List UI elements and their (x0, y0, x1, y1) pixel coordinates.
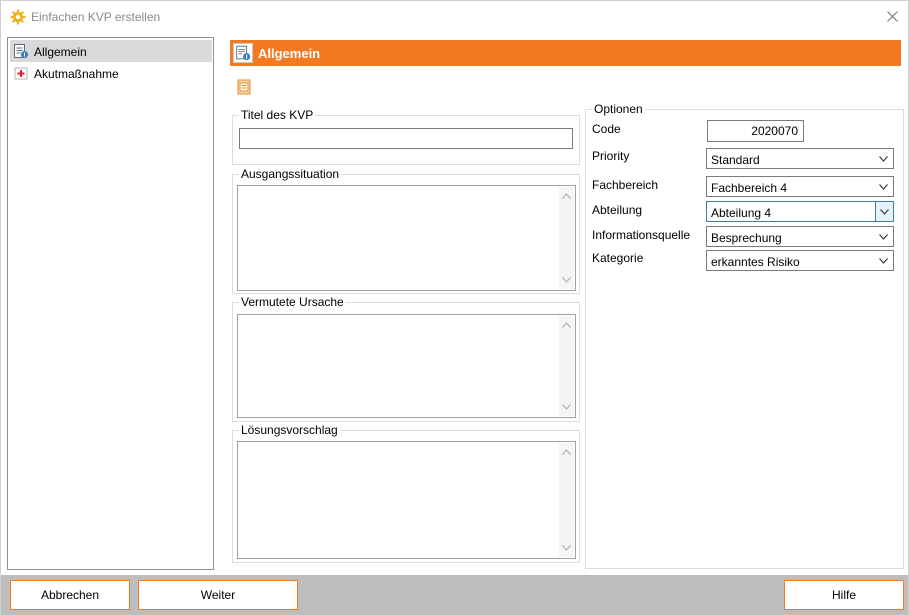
nav-item-akutmassnahme[interactable]: Akutmaßnahme (10, 62, 212, 84)
form-doc-icon (14, 44, 28, 58)
kategorie-select[interactable]: erkanntes Risiko (706, 250, 894, 271)
scroll-down-icon[interactable] (562, 404, 571, 410)
priority-label: Priority (592, 149, 630, 163)
group-loesung-label: Lösungsvorschlag (239, 423, 340, 437)
chevron-down-icon (879, 234, 888, 240)
kategorie-label: Kategorie (592, 251, 644, 265)
close-icon (887, 11, 898, 22)
abteilung-select[interactable]: Abteilung 4 (706, 201, 894, 222)
button-bar: Abbrechen Weiter Hilfe (1, 575, 908, 615)
titel-input[interactable] (239, 128, 573, 149)
code-label: Code (592, 122, 621, 136)
scroll-down-icon[interactable] (562, 545, 571, 551)
form-doc-icon (233, 43, 253, 63)
scroll-down-icon[interactable] (562, 277, 571, 283)
dialog-window: Einfachen KVP erstellen Allgemein Akutma… (0, 0, 909, 615)
dropdown-button[interactable] (875, 227, 893, 246)
help-button[interactable]: Hilfe (784, 580, 904, 610)
code-field[interactable]: 2020070 (707, 120, 804, 142)
fachbereich-label: Fachbereich (592, 178, 659, 192)
group-titel-label: Titel des KVP (239, 108, 316, 122)
close-button[interactable] (881, 5, 905, 29)
nav-item-label: Akutmaßnahme (34, 67, 119, 81)
group-ursache-label: Vermutete Ursache (239, 295, 346, 309)
ausgang-textarea[interactable] (237, 185, 576, 291)
dropdown-button[interactable] (875, 177, 893, 196)
vertical-scrollbar[interactable] (559, 443, 574, 557)
fachbereich-value: Fachbereich 4 (711, 181, 788, 195)
nav-item-label: Allgemein (34, 45, 87, 59)
group-titel: Titel des KVP (232, 108, 580, 165)
dropdown-button[interactable] (875, 202, 893, 221)
vertical-scrollbar[interactable] (559, 187, 574, 289)
abteilung-label: Abteilung (592, 203, 643, 217)
priority-value: Standard (711, 153, 760, 167)
group-optionen-label: Optionen (592, 102, 645, 116)
scroll-up-icon[interactable] (562, 449, 571, 455)
informationsquelle-select[interactable]: Besprechung (706, 226, 894, 247)
window-title: Einfachen KVP erstellen (31, 10, 161, 24)
dropdown-button[interactable] (875, 251, 893, 270)
loesung-textarea[interactable] (237, 441, 576, 559)
nav-item-allgemein[interactable]: Allgemein (10, 40, 212, 62)
cancel-button[interactable]: Abbrechen (10, 580, 130, 610)
chevron-down-icon (879, 258, 888, 264)
section-title: Allgemein (258, 46, 321, 61)
first-aid-icon (14, 67, 28, 80)
fachbereich-select[interactable]: Fachbereich 4 (706, 176, 894, 197)
document-icon[interactable] (237, 79, 251, 95)
group-ausgang: Ausgangssituation (232, 167, 580, 294)
scroll-up-icon[interactable] (562, 193, 571, 199)
priority-select[interactable]: Standard (706, 148, 894, 169)
informationsquelle-label: Informationsquelle (592, 228, 691, 242)
section-header: Allgemein (230, 40, 901, 66)
gear-icon (10, 9, 26, 25)
chevron-down-icon (879, 156, 888, 162)
chevron-down-icon (880, 209, 889, 215)
group-loesung: Lösungsvorschlag (232, 423, 580, 563)
informationsquelle-value: Besprechung (711, 231, 782, 245)
abteilung-value: Abteilung 4 (711, 206, 772, 220)
ursache-textarea[interactable] (237, 314, 576, 418)
navigation-tree: Allgemein Akutmaßnahme (7, 37, 214, 570)
group-ausgang-label: Ausgangssituation (239, 167, 342, 181)
dropdown-button[interactable] (875, 149, 893, 168)
kategorie-value: erkanntes Risiko (711, 255, 800, 269)
chevron-down-icon (879, 184, 888, 190)
title-bar: Einfachen KVP erstellen (1, 1, 908, 33)
group-ursache: Vermutete Ursache (232, 295, 580, 422)
scroll-up-icon[interactable] (562, 322, 571, 328)
vertical-scrollbar[interactable] (559, 316, 574, 416)
next-button[interactable]: Weiter (138, 580, 298, 610)
